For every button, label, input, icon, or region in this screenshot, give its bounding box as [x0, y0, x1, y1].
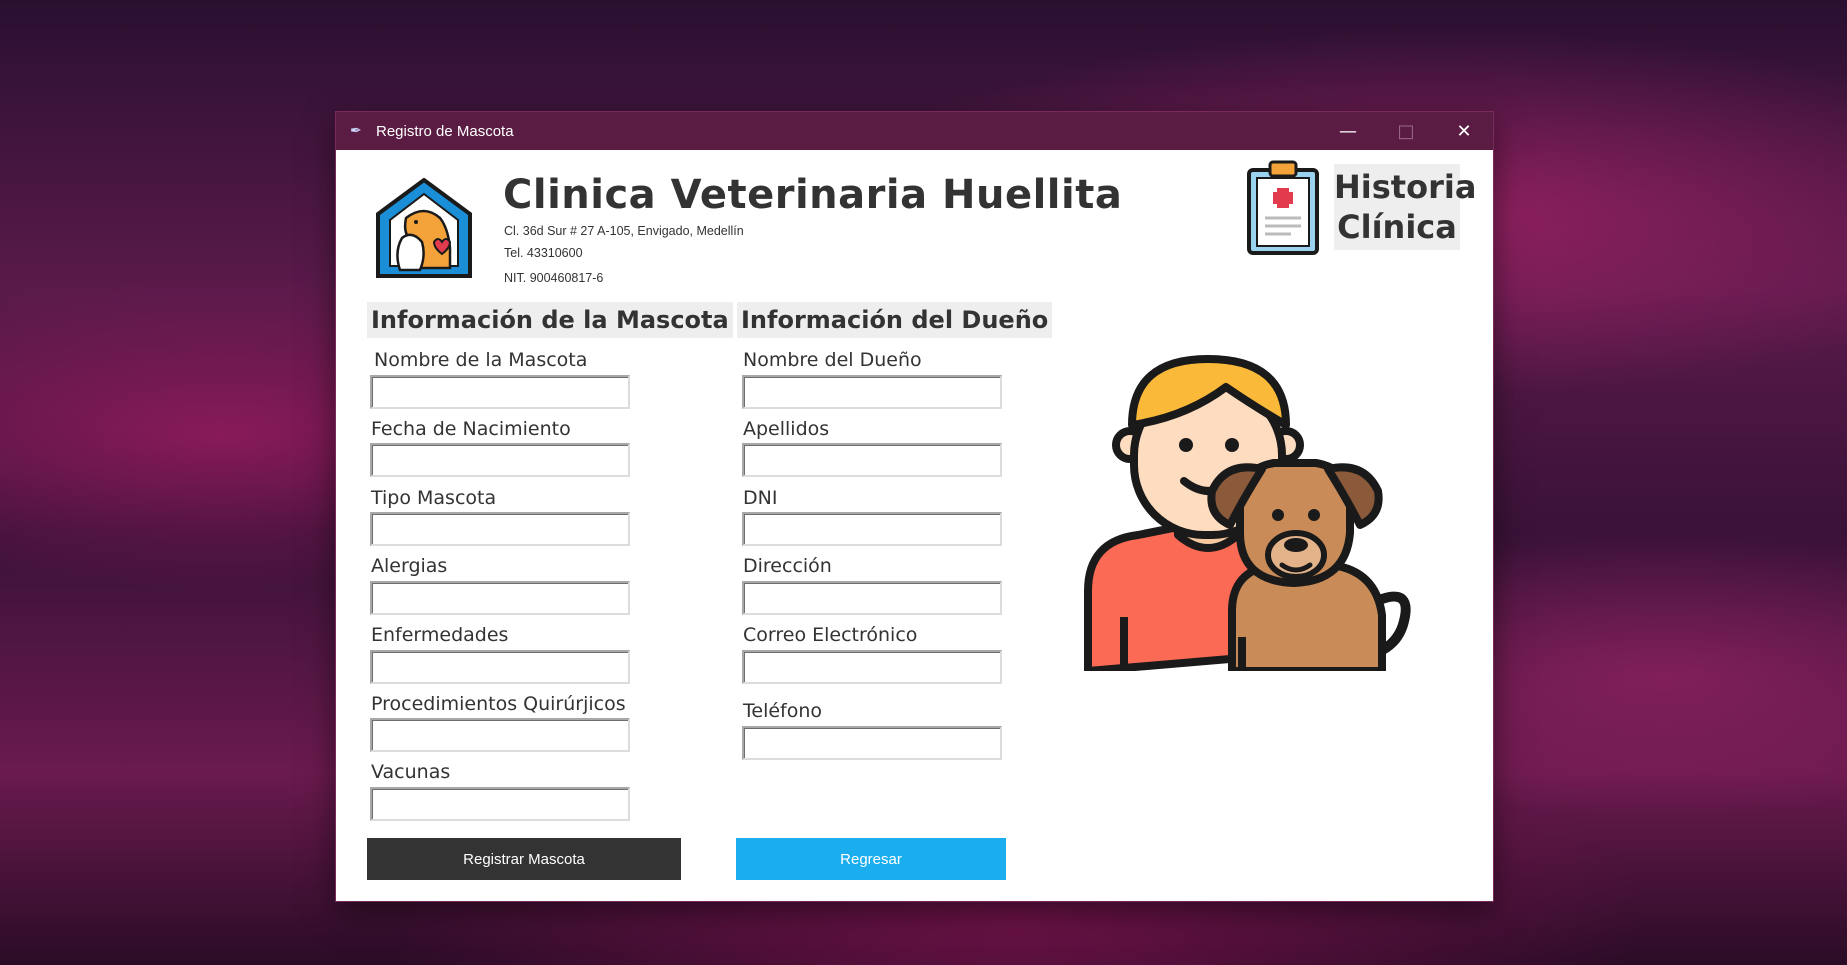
- form-content: Clinica Veterinaria Huellita Cl. 36d Sur…: [336, 150, 1493, 901]
- address-label: Dirección: [743, 555, 832, 577]
- diseases-input[interactable]: [370, 650, 630, 684]
- history-label-line1: Historia: [1334, 168, 1477, 206]
- diseases-label: Enfermedades: [371, 624, 509, 646]
- clinic-logo-icon: [376, 178, 472, 278]
- pet-section-title: Información de la Mascota: [367, 302, 733, 338]
- surgeries-label: Procedimientos Quirúrjicos: [371, 693, 626, 715]
- close-icon[interactable]: ✕: [1435, 112, 1493, 150]
- back-button[interactable]: Regresar: [736, 838, 1006, 880]
- phone-input[interactable]: [742, 726, 1002, 760]
- window-controls: — □ ✕: [1319, 112, 1493, 150]
- app-window: ✒ Registro de Mascota — □ ✕ Clinica Vete…: [336, 112, 1493, 901]
- surnames-label: Apellidos: [743, 418, 830, 440]
- email-label: Correo Electrónico: [743, 624, 918, 646]
- owner-name-label: Nombre del Dueño: [743, 349, 922, 371]
- clinic-nit: NIT. 900460817-6: [504, 271, 604, 285]
- register-pet-button[interactable]: Registrar Mascota: [367, 838, 681, 880]
- vaccines-label: Vacunas: [371, 761, 451, 783]
- clinical-history-button[interactable]: Historia Clínica: [1334, 164, 1477, 250]
- clinic-phone: Tel. 43310600: [504, 246, 583, 260]
- owner-with-dog-icon: [1084, 355, 1411, 671]
- allergies-label: Alergias: [371, 555, 448, 577]
- history-label-line2: Clínica: [1337, 208, 1457, 246]
- owner-section-title: Información del Dueño: [737, 302, 1053, 338]
- dni-input[interactable]: [742, 512, 1002, 546]
- birth-date-input[interactable]: [370, 443, 630, 477]
- address-input[interactable]: [742, 581, 1002, 615]
- allergies-input[interactable]: [370, 581, 630, 615]
- pet-name-label: Nombre de la Mascota: [374, 349, 588, 371]
- birth-date-label: Fecha de Nacimiento: [371, 418, 571, 440]
- email-input[interactable]: [742, 650, 1002, 684]
- vaccines-input[interactable]: [370, 787, 630, 821]
- clinic-address: Cl. 36d Sur # 27 A-105, Envigado, Medell…: [504, 224, 744, 238]
- window-title: Registro de Mascota: [376, 122, 514, 140]
- phone-label: Teléfono: [743, 700, 823, 722]
- clipboard-icon[interactable]: [1246, 160, 1320, 256]
- clinic-name: Clinica Veterinaria Huellita: [503, 172, 1123, 218]
- feather-icon: ✒: [350, 123, 362, 139]
- surgeries-input[interactable]: [370, 718, 630, 752]
- maximize-icon[interactable]: □: [1377, 112, 1435, 150]
- surnames-input[interactable]: [742, 443, 1002, 477]
- dni-label: DNI: [743, 487, 778, 509]
- minimize-icon[interactable]: —: [1319, 112, 1377, 150]
- owner-name-input[interactable]: [742, 375, 1002, 409]
- pet-type-input[interactable]: [370, 512, 630, 546]
- pet-name-input[interactable]: [370, 375, 630, 409]
- pet-type-label: Tipo Mascota: [371, 487, 497, 509]
- title-bar[interactable]: ✒ Registro de Mascota — □ ✕: [336, 112, 1493, 150]
